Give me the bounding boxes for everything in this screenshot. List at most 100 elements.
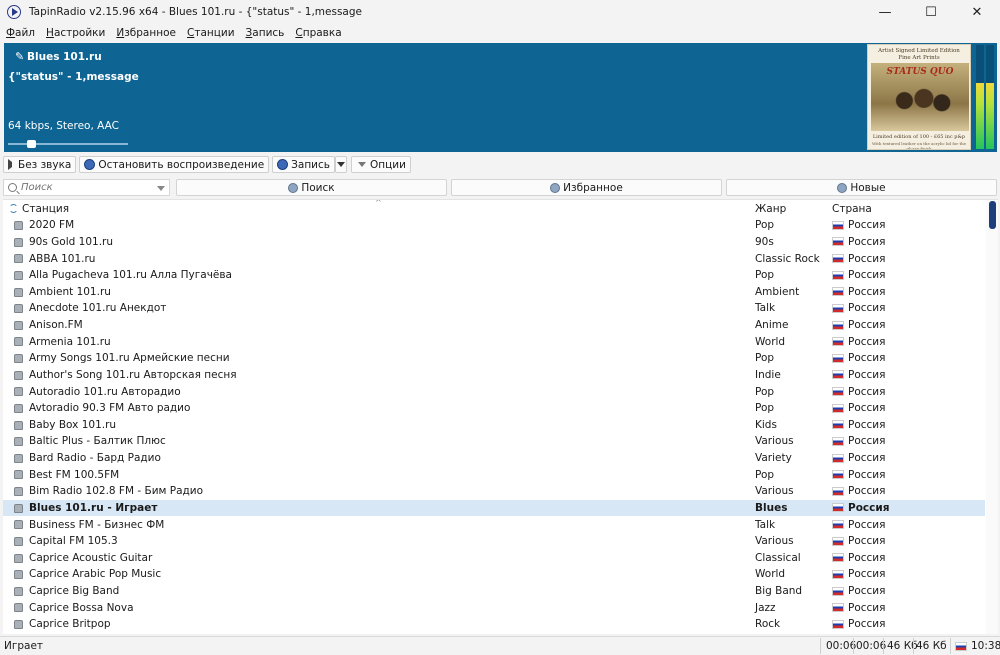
station-country-label: Россия [848, 551, 886, 564]
list-item[interactable]: Caprice Bossa Nova Jazz Россия [3, 599, 985, 616]
menu-settings[interactable]: Настройки [40, 27, 110, 39]
station-country-label: Россия [848, 568, 886, 581]
tab-new[interactable]: Новые [726, 179, 997, 196]
tab-search[interactable]: Поиск [176, 179, 447, 196]
cover-foot1: Limited edition of 100 - £65 inc p&p [872, 134, 966, 140]
radio-station-icon [14, 603, 23, 613]
status-recorded: 46 Кб [916, 640, 947, 652]
station-name: Bim Radio 102.8 FM - Бим Радио [29, 485, 204, 498]
list-item[interactable]: Caprice Acoustic Guitar Classical Россия [3, 550, 985, 567]
list-item[interactable]: Blues 101.ru - Играет Blues Россия [3, 499, 985, 517]
list-item[interactable]: Armenia 101.ru World Россия [3, 333, 985, 350]
station-name: Alla Pugacheva 101.ru Алла Пугачёва [29, 269, 232, 282]
list-item[interactable]: Avtoradio 90.3 FM Авто радио Pop Россия [3, 400, 985, 417]
options-button[interactable]: Опции [350, 156, 411, 173]
record-button[interactable]: Запись [272, 156, 335, 173]
column-station[interactable]: Станция [9, 203, 69, 215]
list-item[interactable]: Army Songs 101.ru Армейские песни Pop Росс… [3, 350, 985, 367]
scrollbar-thumb[interactable] [989, 201, 996, 229]
list-item[interactable]: Author's Song 101.ru Авторская песня Indi… [3, 367, 985, 384]
station-name: Autoradio 101.ru Авторадио [29, 385, 181, 398]
radio-station-icon [14, 370, 23, 380]
station-country-label: Россия [848, 501, 890, 514]
russia-flag-icon [832, 370, 844, 380]
menu-favorites[interactable]: Избранное [110, 27, 181, 39]
station-genre: Ambient [755, 285, 800, 298]
list-item[interactable]: Bim Radio 102.8 FM - Бим Радио Various Рос… [3, 483, 985, 500]
station-genre: Kids [755, 418, 777, 431]
menu-record[interactable]: Запись [240, 27, 290, 39]
station-genre: Pop [755, 385, 775, 398]
station-country: Россия [832, 219, 885, 231]
station-country-label: Россия [848, 618, 886, 631]
vertical-scrollbar[interactable] [986, 200, 998, 634]
russia-flag-icon [832, 270, 844, 280]
tab-search-label: Поиск [301, 181, 335, 194]
station-genre: Talk [755, 518, 776, 531]
list-item[interactable]: Caprice Arabic Pop Music World Россия [3, 566, 985, 583]
list-item[interactable]: Alla Pugacheva 101.ru Алла Пугачёва Pop Ро… [3, 267, 985, 284]
list-item[interactable]: 2020 FM Pop Россия [3, 217, 985, 234]
russia-flag-icon [832, 254, 844, 264]
favorites-icon [550, 182, 561, 193]
station-name: Best FM 100.5FM [29, 468, 120, 481]
list-item[interactable]: Anecdote 101.ru Анекдот Talk Россия [3, 300, 985, 317]
list-item[interactable]: Caprice Big Band Big Band Россия [3, 583, 985, 600]
station-genre: World [755, 335, 786, 348]
menu-stations[interactable]: Станции [181, 27, 240, 39]
record-dropdown-button[interactable] [334, 156, 347, 173]
station-country-label: Россия [848, 518, 886, 531]
menu-file[interactable]: Файл [0, 27, 40, 39]
vu-bar-right [986, 45, 994, 149]
list-item[interactable]: Baltic Plus - Балтик Плюс Various Россия [3, 433, 985, 450]
search-box[interactable] [3, 179, 170, 196]
list-item[interactable]: Business FM - Бизнес ФМ Talk Россия [3, 516, 985, 533]
stop-button[interactable]: Остановить воспроизведение [79, 156, 270, 173]
cover-foot2: With textured leather on the acrylic lid… [871, 141, 967, 150]
list-item[interactable]: ABBA 101.ru Classic Rock Россия [3, 250, 985, 267]
search-input[interactable] [21, 182, 151, 193]
station-name: Capital FM 105.3 [29, 535, 118, 548]
station-name: Caprice Big Band [29, 585, 120, 598]
russia-flag-icon [832, 220, 844, 230]
minimize-button[interactable]: — [862, 0, 908, 24]
status-divider [883, 638, 884, 654]
list-item[interactable]: Anison.FM Anime Россия [3, 317, 985, 334]
list-item[interactable]: Capital FM 105.3 Various Россия [3, 533, 985, 550]
russia-flag-icon [955, 641, 967, 651]
station-country-label: Россия [848, 252, 886, 265]
list-item[interactable]: Bard Radio - Бард Радио Variety Россия [3, 450, 985, 467]
column-country[interactable]: Страна [832, 203, 872, 215]
maximize-button[interactable]: ☐ [908, 0, 954, 24]
radio-station-icon [14, 320, 23, 330]
menu-help[interactable]: Справка [289, 27, 346, 39]
station-genre: Indie [755, 368, 781, 381]
tab-favorites[interactable]: Избранное [451, 179, 722, 196]
station-country: Россия [832, 469, 885, 481]
list-item[interactable]: Autoradio 101.ru Авторадио Pop Россия [3, 383, 985, 400]
list-item[interactable]: Ambient 101.ru Ambient Россия [3, 284, 985, 301]
list-item[interactable]: 90s Gold 101.ru 90s Россия [3, 234, 985, 251]
volume-slider-thumb[interactable] [27, 140, 36, 148]
column-genre[interactable]: Жанр [755, 203, 786, 215]
station-country-label: Россия [848, 535, 886, 548]
station-country: Россия [832, 585, 885, 597]
list-item[interactable]: Baby Box 101.ru Kids Россия [3, 417, 985, 434]
now-playing-panel: ✎ Blues 101.ru {"status" - 1,message 64 … [4, 43, 997, 152]
list-item[interactable]: Caprice Britpop Rock Россия [3, 616, 985, 633]
close-button[interactable]: ✕ [954, 0, 1000, 24]
status-divider [820, 638, 821, 654]
station-name: Anison.FM [29, 319, 83, 332]
list-item[interactable]: Best FM 100.5FM Pop Россия [3, 466, 985, 483]
station-country: Россия [832, 319, 885, 331]
search-dropdown-icon[interactable] [157, 186, 165, 191]
station-country: Россия [832, 402, 885, 414]
status-divider [853, 638, 854, 654]
volume-slider-track [8, 143, 128, 145]
radio-station-icon [14, 337, 23, 347]
mute-label: Без звука [18, 158, 72, 171]
volume-slider[interactable] [8, 140, 128, 148]
mute-button[interactable]: Без звука [3, 156, 77, 173]
station-list: ^ Станция Жанр Страна 2020 FM Pop Россия 90… [3, 199, 998, 634]
station-country: Россия [832, 485, 885, 497]
